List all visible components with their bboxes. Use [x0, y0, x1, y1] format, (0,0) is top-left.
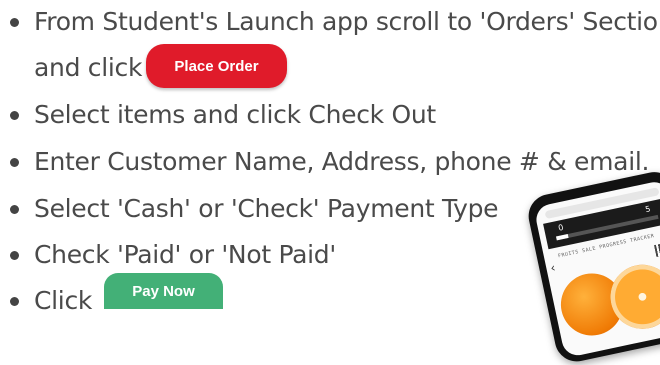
bullet-icon [10, 158, 19, 167]
step-text: and click [34, 53, 143, 82]
bullet-icon [10, 205, 19, 214]
qr-code-icon [653, 242, 660, 258]
bullet-icon [10, 111, 19, 120]
step-text: Select 'Cash' or 'Check' Payment Type [34, 194, 499, 223]
bullet-icon [10, 251, 19, 260]
step-text: Click [34, 286, 93, 315]
tracker-min: 0 [557, 222, 565, 233]
bullet-icon [10, 18, 19, 27]
step-text: From Student's Launch app scroll to 'Ord… [34, 7, 660, 36]
step-text: Check 'Paid' or 'Not Paid' [34, 240, 336, 269]
place-order-button[interactable]: Place Order [146, 44, 287, 88]
phone-illustration: 0 5 FRUITS SALE PROGRESS TRACKER ‹ › [524, 168, 660, 365]
tracker-max: 5 [644, 204, 652, 215]
phone-screen: 0 5 FRUITS SALE PROGRESS TRACKER ‹ › [533, 179, 660, 359]
chevron-left-icon[interactable]: ‹ [549, 260, 557, 275]
step-text: Select items and click Check Out [34, 100, 436, 129]
step-text: Enter Customer Name, Address, phone # & … [34, 147, 650, 176]
bullet-icon [10, 297, 19, 306]
pay-now-button[interactable]: Pay Now [104, 273, 223, 309]
